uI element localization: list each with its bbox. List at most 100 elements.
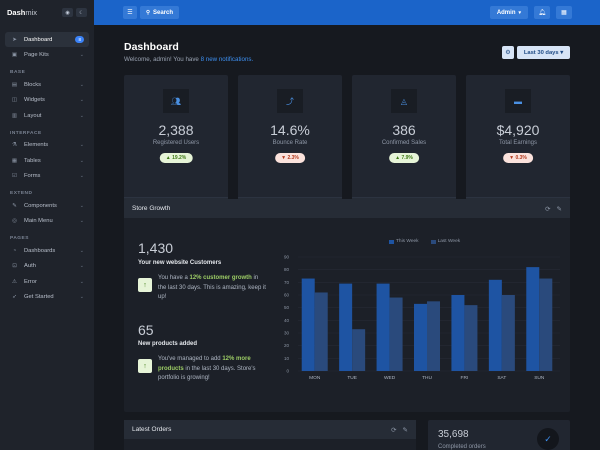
sidebar-item-elements[interactable]: ⚗ Elements ⌄	[5, 138, 89, 153]
legend-label: Last Week	[437, 239, 461, 244]
sidebar-section-heading: BASE	[10, 70, 26, 75]
wrench-icon[interactable]: ✎	[557, 205, 562, 213]
brand-logo[interactable]: Dashmix	[7, 8, 59, 17]
sidebar-item-label: Get Started	[24, 294, 54, 300]
date-range-dropdown[interactable]: Last 30 days ▾	[517, 46, 570, 59]
completed-orders-label: Completed orders	[438, 444, 486, 450]
store-growth-chart: This Week Last Week 90 80 70 60 50 40 30 20 10 0 MO…	[279, 239, 562, 389]
note1-pre: You have a	[158, 275, 190, 281]
trend-value: 0.3%	[515, 155, 527, 161]
sidebar-item-dashboards[interactable]: ◔ Dashboards ⌄	[5, 243, 89, 258]
y-tick-label: 90	[284, 255, 290, 260]
sidebar-item-auth[interactable]: ⊡ Auth ⌄	[5, 259, 89, 274]
stat-card: ⤴14.6%Bounce Rate▼ 2.3%Explore analytics…	[238, 75, 342, 212]
notifications-button[interactable]: 🔔︎	[534, 6, 550, 19]
sidebar-section-heading: INTERFACE	[10, 130, 42, 136]
chevron-down-icon: ▾	[518, 9, 521, 16]
y-tick-label: 20	[284, 343, 290, 348]
menu-toggle-button[interactable]: ☰	[123, 6, 137, 19]
sidebar-item-label: Auth	[24, 263, 36, 269]
stat-card: ▬$4,920Total Earnings▼ 0.3%Withdrawal op…	[466, 75, 570, 212]
wallet-icon: ▬	[505, 89, 531, 113]
x-tick-label: MON	[309, 375, 321, 381]
store-growth-title: Store Growth	[132, 205, 171, 212]
refresh-icon[interactable]: ⟳	[391, 426, 396, 434]
dark-mode-toggle-icon[interactable]: ☾	[76, 8, 87, 17]
welcome-text: Welcome, admin! You have	[124, 56, 199, 63]
dashboard-icon: ◔	[12, 247, 17, 254]
search-icon: ⚲	[146, 9, 151, 16]
x-tick-label: SAT	[497, 375, 506, 381]
latest-orders-card: Latest Orders ⟳ ✎	[124, 420, 416, 450]
customer-growth-text: You have a 12% customer growth in the la…	[158, 274, 266, 303]
new-customers-value: 1,430	[138, 240, 174, 256]
sidebar-section-heading: EXTEND	[10, 191, 33, 196]
bar-this-week-sun	[526, 267, 540, 371]
products-growth-text: You've managed to add 12% more products …	[158, 355, 266, 384]
sidebar-item-widgets[interactable]: ◫ Widgets ⌄	[5, 93, 89, 108]
bar-this-week-thu	[414, 303, 427, 371]
sidebar-item-forms[interactable]: ☑ Forms ⌄	[5, 169, 89, 184]
arrow-up-icon: ↑	[138, 359, 152, 373]
wrench-icon[interactable]: ✎	[403, 426, 408, 434]
legend-item: Last Week	[430, 239, 467, 244]
sidebar-item-tables[interactable]: ▦ Tables ⌄	[5, 153, 89, 168]
notifications-link[interactable]: 8 new notifications.	[201, 56, 254, 63]
chevron-down-icon: ⌄	[79, 294, 84, 300]
sidebar-item-error[interactable]: ⚠ Error ⌄	[5, 274, 89, 289]
bar-last-week-tue	[352, 329, 366, 371]
settings-button[interactable]: ⚙	[502, 46, 514, 59]
sidebar-item-blocks[interactable]: ▤ Blocks ⌄	[5, 77, 89, 92]
sidebar-section-heading: PAGES	[10, 236, 29, 241]
products-growth-note: ↑ You've managed to add 12% more product…	[138, 355, 266, 384]
sidebar-item-page-kits[interactable]: ▣ Page Kits ⌄	[5, 48, 89, 63]
table-icon: ▦	[11, 157, 18, 164]
trend-badge: ▲ 19.2%	[159, 153, 193, 163]
user-menu-button[interactable]: Admin ▾	[489, 6, 528, 19]
sidebar-item-layout[interactable]: ▥ Layout ⌄	[5, 108, 89, 123]
arrow-up-icon: ↑	[138, 278, 152, 292]
bell-icon: 🔔︎	[538, 10, 546, 16]
latest-orders-header: Latest Orders ⟳ ✎	[124, 420, 416, 439]
flask-icon: ⚗	[12, 142, 17, 148]
layout-toggle-icon[interactable]: ◉	[62, 8, 73, 17]
sidebar-item-label: Main Menu	[24, 218, 53, 224]
bar-chart: 90 80 70 60 50 40 30 20 10 0 MON TUE WED THU FRI SAT SUN	[284, 255, 560, 381]
refresh-icon[interactable]: ⟳	[545, 205, 550, 213]
bar-last-week-wed	[389, 297, 403, 371]
note2-pre: You've managed to add	[158, 356, 223, 362]
y-tick-label: 60	[284, 293, 290, 298]
trend-badge: ▲ 7.9%	[389, 153, 419, 163]
date-range-label: Last 30 days	[523, 49, 559, 56]
y-tick-label: 10	[284, 356, 290, 361]
search-button[interactable]: ⚲ Search	[140, 6, 180, 19]
y-tick-label: 30	[284, 331, 290, 336]
users-icon: 👥︎	[163, 89, 189, 113]
completed-orders-value: 35,698	[438, 429, 469, 440]
sidebar-item-get-started[interactable]: ➶ Get Started ⌄	[5, 290, 89, 305]
sidebar-item-label: Error	[24, 278, 37, 285]
chevron-down-icon: ⌄	[79, 112, 84, 119]
brand-name-bold: Dash	[7, 8, 26, 17]
chevron-down-icon: ⌄	[79, 278, 84, 285]
topbar: ☰ ⚲ Search Admin ▾ 🔔︎ ▦	[94, 0, 600, 25]
sidebar-item-dashboard[interactable]: ➤ Dashboard 8	[5, 32, 89, 47]
bar-last-week-fri	[464, 305, 478, 371]
bar-this-week-wed	[376, 283, 390, 371]
grid-icon: ▦	[561, 10, 567, 16]
sidebar-item-components[interactable]: ✎ Components ⌄	[5, 198, 89, 213]
side-overlay-button[interactable]: ▦	[556, 6, 572, 19]
forms-icon: ☑	[12, 173, 17, 179]
completed-orders-card: 35,698 Completed orders ✓	[428, 420, 570, 450]
bar-this-week-fri	[451, 295, 465, 371]
x-tick-label: FRI	[461, 375, 469, 381]
chevron-down-icon: ⌄	[79, 142, 84, 148]
stat-value: $4,920	[496, 122, 540, 138]
x-tick-label: SUN	[534, 375, 545, 381]
sidebar-item-main-menu[interactable]: ◎ Main Menu ⌄	[5, 214, 89, 229]
briefcase-icon: ▣	[11, 52, 18, 58]
widgets-icon: ◫	[11, 97, 18, 103]
lock-icon: ⊡	[12, 263, 17, 269]
x-tick-label: TUE	[347, 375, 357, 381]
chevron-down-icon: ⌄	[79, 81, 84, 88]
